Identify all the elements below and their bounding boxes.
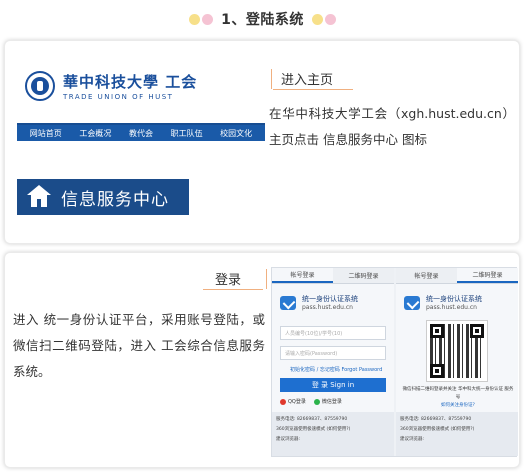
footer-browser-list: 建议浏览器: (400, 437, 425, 442)
forgot-password-link[interactable]: 初始化密码 / 忘记密码 Forgot Password (290, 366, 382, 373)
tab-qr-login[interactable]: 二维码登录 (457, 268, 518, 283)
signin-button[interactable]: 登 录 Sign in (280, 378, 386, 392)
qq-icon (280, 398, 286, 405)
footer-browser-tip: 360浏览器使用极速模式 (如何使用?) (400, 427, 475, 432)
university-emblem-icon (25, 71, 55, 101)
footer-browser-tip: 360浏览器使用极速模式 (如何使用?) (276, 427, 351, 432)
nav-item[interactable]: 网站首页 (30, 128, 62, 139)
dot-icon (324, 13, 336, 25)
auth-brand: 统一身份认证系统 pass.hust.edu.cn (280, 294, 358, 311)
brand-url: pass.hust.edu.cn (302, 304, 353, 311)
social-login: QQ登录 微信登录 (280, 398, 342, 405)
info-service-center-button[interactable]: 信息服务中心 (17, 179, 189, 215)
auth-brand: 统一身份认证系统 pass.hust.edu.cn (404, 294, 482, 311)
qr-instructions: 微信扫描二维码登录并关注 华中科大统一身份认证 服务号 如何关注身份证? (402, 386, 514, 410)
login-page-screenshot: 帐号登录 二维码登录 统一身份认证系统 pass.hust.edu.cn 人员编… (271, 267, 518, 457)
nav-item[interactable]: 职工队伍 (171, 128, 203, 139)
qr-note-text: 微信扫描二维码登录并关注 华中科大统一身份认证 服务号 (402, 387, 514, 400)
tab-qr-login[interactable]: 二维码登录 (333, 268, 394, 283)
banner-label: 信息服务中心 (61, 189, 169, 210)
account-login-panel: 帐号登录 二维码登录 统一身份认证系统 pass.hust.edu.cn 人员编… (272, 268, 394, 456)
dot-icon (202, 13, 214, 25)
dot-icon (189, 13, 201, 25)
login-footer: 服务电话: 82669837、87559790 360浏览器使用极速模式 (如何… (396, 412, 518, 456)
footer-phone: 服务电话: 82669837、87559790 (400, 417, 472, 422)
password-input[interactable]: 请输入密码(Password) (280, 346, 386, 360)
footer-phone: 服务电话: 82669837、87559790 (276, 417, 348, 422)
title-underline (203, 289, 263, 290)
brand-url: pass.hust.edu.cn (426, 304, 477, 311)
site-navbar: 网站首页 工会概况 教代会 职工队伍 校园文化 (17, 123, 265, 141)
username-input[interactable]: 人员编号(10位)/学号(10) (280, 326, 386, 340)
decor-dots-left (189, 13, 214, 25)
step-title: 登录 (215, 273, 242, 288)
checkmark-logo-icon (404, 295, 420, 310)
brand-title: 统一身份认证系统 (302, 295, 358, 303)
tab-account-login[interactable]: 帐号登录 (396, 268, 457, 283)
login-footer: 服务电话: 82669837、87559790 360浏览器使用极速模式 (如何… (272, 412, 394, 456)
step-title: 进入主页 (281, 73, 334, 88)
section-header: 1、登陆系统 (0, 0, 525, 38)
footer-browser-list: 建议浏览器: (276, 437, 301, 442)
title-bracket (259, 269, 267, 289)
logo-english-text: TRADE UNION OF HUST (63, 93, 174, 101)
section-title: 1、登陆系统 (221, 12, 304, 28)
nav-item[interactable]: 工会概况 (79, 128, 111, 139)
title-bracket (271, 69, 279, 89)
step-description: 进入 统一身份认证平台，采用账号登陆，或微信扫二维码登陆，进入 工会综合信息服务… (13, 312, 265, 379)
checkmark-logo-icon (280, 295, 296, 310)
title-underline (273, 89, 353, 90)
step-card-login: 登录 进入 统一身份认证平台，采用账号登陆，或微信扫二维码登陆，进入 工会综合信… (4, 252, 520, 468)
house-icon (27, 185, 51, 209)
wechat-login-link[interactable]: 微信登录 (313, 398, 342, 405)
tab-account-login[interactable]: 帐号登录 (272, 268, 333, 283)
qr-login-panel: 帐号登录 二维码登录 统一身份认证系统 pass.hust.edu.cn 微信扫… (396, 268, 518, 456)
step-description: 在华中科技大学工会（xgh.hust.edu.cn）主页点击 信息服务中心 图标 (269, 106, 515, 147)
brand-title: 统一身份认证系统 (426, 295, 482, 303)
qr-help-link[interactable]: 如何关注身份证? (402, 402, 514, 410)
qr-code-icon[interactable] (426, 320, 488, 382)
step-card-homepage: 華中科技大學 工会 TRADE UNION OF HUST 网站首页 工会概况 … (4, 40, 520, 244)
logo-chinese-text: 華中科技大學 工会 (63, 73, 198, 91)
qq-login-link[interactable]: QQ登录 (280, 398, 306, 405)
nav-item[interactable]: 教代会 (129, 128, 153, 139)
dot-icon (311, 13, 323, 25)
hust-union-logo: 華中科技大學 工会 TRADE UNION OF HUST (21, 69, 241, 109)
nav-item[interactable]: 校园文化 (220, 128, 252, 139)
wechat-icon (313, 398, 320, 405)
decor-dots-right (311, 13, 336, 25)
